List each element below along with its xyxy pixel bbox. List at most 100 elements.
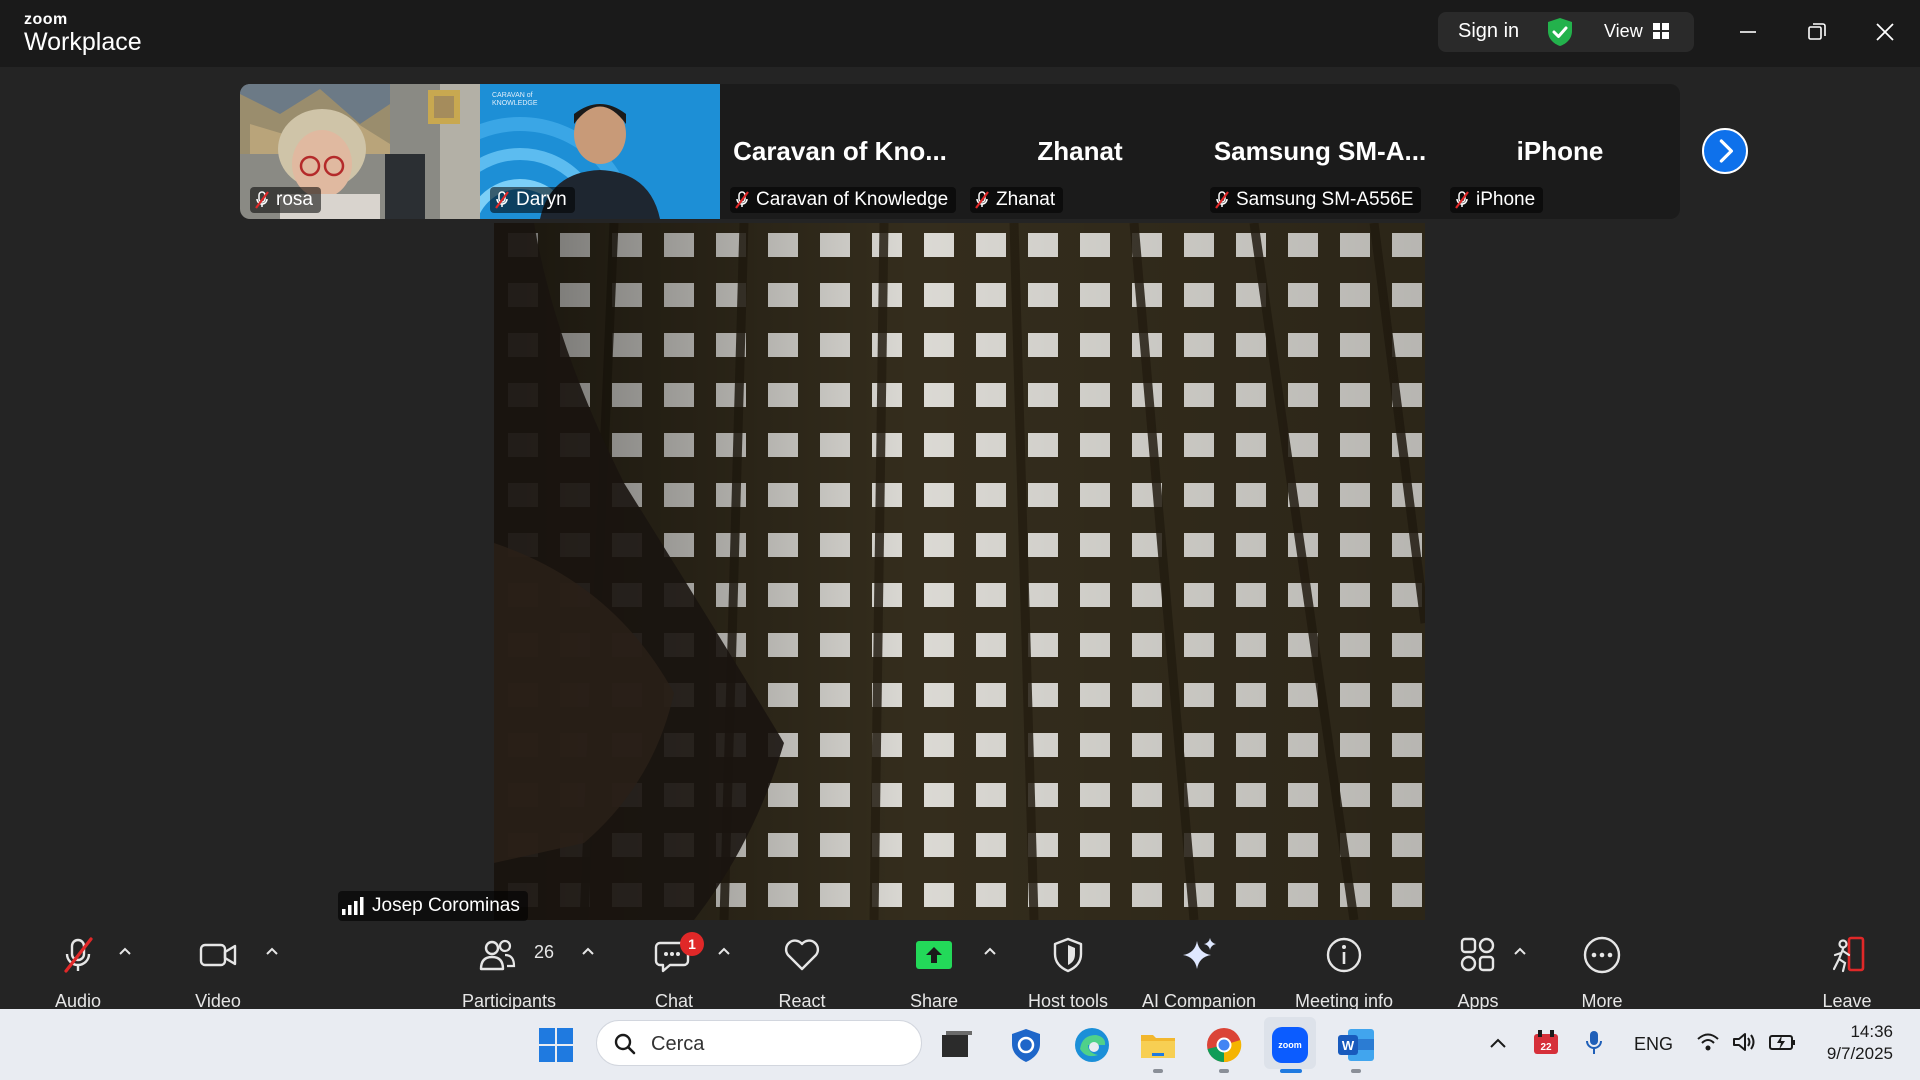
participant-label-caravan: Caravan of Knowledge	[730, 187, 957, 213]
running-indicator	[1219, 1069, 1229, 1073]
zoom-app-icon[interactable]: zoom	[1270, 1025, 1310, 1065]
participant-display-name: Zhanat	[1037, 136, 1123, 166]
video-button[interactable]: Video	[178, 935, 258, 1011]
video-options-caret-icon[interactable]	[264, 945, 280, 957]
participant-display-name: iPhone	[1516, 136, 1604, 166]
mic-muted-icon	[255, 191, 269, 209]
more-ellipsis-icon	[1583, 936, 1621, 974]
restore-icon[interactable]	[1803, 18, 1831, 46]
show-hidden-icons-chevron-icon[interactable]	[1488, 1035, 1508, 1051]
participant-label-iphone: iPhone	[1450, 187, 1544, 213]
participant-label-rosa: rosa	[250, 187, 321, 213]
shield-check-icon[interactable]	[1546, 17, 1574, 47]
minimize-icon[interactable]	[1734, 18, 1762, 46]
participant-display-name: Samsung SM-A...	[1213, 136, 1427, 166]
active-indicator	[1280, 1069, 1302, 1073]
daryn-background-text: CARAVAN of KNOWLEDGE	[492, 92, 538, 107]
participants-options-caret-icon[interactable]	[580, 945, 596, 957]
taskbar-search-box[interactable]: Cerca	[596, 1020, 922, 1066]
running-indicator	[1153, 1069, 1163, 1073]
file-explorer-icon[interactable]	[1138, 1025, 1178, 1065]
participant-tile-caravan-of-knowledge[interactable]: Caravan of Kno... Caravan of Knowledge	[720, 84, 960, 219]
taskbar-clock[interactable]: 14:36 9/7/2025	[1827, 1021, 1893, 1065]
running-indicator	[1351, 1069, 1361, 1073]
share-screen-icon	[916, 941, 952, 969]
audio-button[interactable]: Audio	[38, 935, 118, 1011]
leave-button[interactable]: Leave	[1807, 935, 1887, 1011]
edge-browser-icon[interactable]	[1072, 1025, 1112, 1065]
word-app-icon[interactable]: W	[1336, 1025, 1376, 1065]
ai-companion-button[interactable]: AI Companion	[1130, 935, 1268, 1011]
chrome-browser-icon[interactable]	[1204, 1025, 1244, 1065]
participant-name: Zhanat	[996, 189, 1056, 210]
svg-text:zoom: zoom	[1278, 1040, 1302, 1050]
title-bar: zoom Workplace Sign in View	[0, 0, 1920, 67]
close-icon[interactable]	[1871, 18, 1899, 46]
mic-muted-icon	[1215, 191, 1229, 209]
next-page-chevron-icon[interactable]	[1702, 128, 1748, 174]
participant-display-name: Caravan of Kno...	[733, 136, 947, 166]
meeting-info-button[interactable]: Meeting info	[1283, 935, 1405, 1011]
mic-muted-icon	[735, 191, 749, 209]
clock-time: 14:36	[1850, 1022, 1893, 1041]
main-speaker-name: Josep Corominas	[372, 895, 520, 916]
windows-taskbar: Cerca zoom W 22 ENG 14:36 9/7/2025	[0, 1009, 1920, 1080]
participant-label-samsung: Samsung SM-A556E	[1210, 187, 1422, 213]
participant-tile-rosa[interactable]: rosa	[240, 84, 480, 219]
chat-unread-badge: 1	[680, 932, 704, 956]
zoom-workplace-logo: zoom Workplace	[24, 12, 142, 55]
participant-tile-zhanat[interactable]: Zhanat Zhanat	[960, 84, 1200, 219]
calendar-day-badge: 22	[1540, 1042, 1552, 1053]
mic-muted-icon	[975, 191, 989, 209]
logo-zoom-text: zoom	[24, 11, 68, 28]
host-tools-button[interactable]: Host tools	[1018, 935, 1118, 1011]
search-icon	[614, 1033, 636, 1055]
participant-thumbnail-strip: rosa CARAVAN of KNOWLEDGE Daryn Caravan …	[240, 84, 1680, 219]
volume-icon[interactable]	[1732, 1031, 1756, 1053]
mic-muted-icon	[495, 191, 509, 209]
video-camera-icon	[199, 943, 237, 967]
sign-in-button[interactable]: Sign in	[1458, 20, 1519, 43]
participants-count: 26	[534, 942, 555, 962]
apps-button[interactable]: Apps	[1438, 935, 1518, 1011]
logo-workplace-text: Workplace	[24, 28, 142, 56]
apps-icon	[1460, 937, 1495, 972]
speaker-video-frame	[494, 223, 1425, 920]
heart-icon	[784, 939, 820, 971]
participant-name: Daryn	[516, 189, 567, 210]
main-speaker-label: Josep Corominas	[338, 891, 528, 921]
react-button[interactable]: React	[762, 935, 842, 1011]
participant-name: iPhone	[1476, 189, 1536, 210]
view-button[interactable]: View	[1604, 21, 1643, 42]
info-icon	[1326, 937, 1362, 973]
share-options-caret-icon[interactable]	[982, 945, 998, 957]
ai-sparkle-icon	[1183, 938, 1216, 969]
share-button[interactable]: Share	[894, 935, 974, 1011]
language-indicator[interactable]: ENG	[1634, 1034, 1673, 1055]
participant-name: rosa	[276, 189, 313, 210]
chat-options-caret-icon[interactable]	[716, 945, 732, 957]
participant-label-zhanat: Zhanat	[970, 187, 1064, 213]
clock-date: 9/7/2025	[1826, 1044, 1893, 1063]
leave-door-icon	[1832, 936, 1865, 973]
windows-start-icon[interactable]	[536, 1025, 576, 1065]
grid-icon[interactable]	[1653, 23, 1669, 39]
participant-tile-daryn[interactable]: CARAVAN of KNOWLEDGE Daryn	[480, 84, 720, 219]
task-view-icon[interactable]	[936, 1025, 976, 1065]
more-button[interactable]: More	[1562, 935, 1642, 1011]
mic-muted-icon	[1455, 191, 1469, 209]
svg-text:W: W	[1342, 1038, 1355, 1053]
participants-icon	[479, 939, 516, 971]
apps-options-caret-icon[interactable]	[1512, 945, 1528, 957]
main-speaker-video	[494, 223, 1425, 920]
participant-tile-iphone[interactable]: iPhone iPhone	[1440, 84, 1680, 219]
audio-options-caret-icon[interactable]	[117, 945, 133, 957]
security-shield-app-icon[interactable]	[1006, 1025, 1046, 1065]
participant-name: Caravan of Knowledge	[756, 189, 949, 210]
search-placeholder: Cerca	[651, 1033, 705, 1055]
wifi-icon[interactable]	[1696, 1031, 1720, 1053]
signal-strength-icon	[342, 897, 364, 915]
battery-charging-icon[interactable]	[1768, 1031, 1796, 1053]
microphone-tray-icon[interactable]	[1584, 1029, 1604, 1057]
participant-tile-samsung[interactable]: Samsung SM-A... Samsung SM-A556E	[1200, 84, 1440, 219]
